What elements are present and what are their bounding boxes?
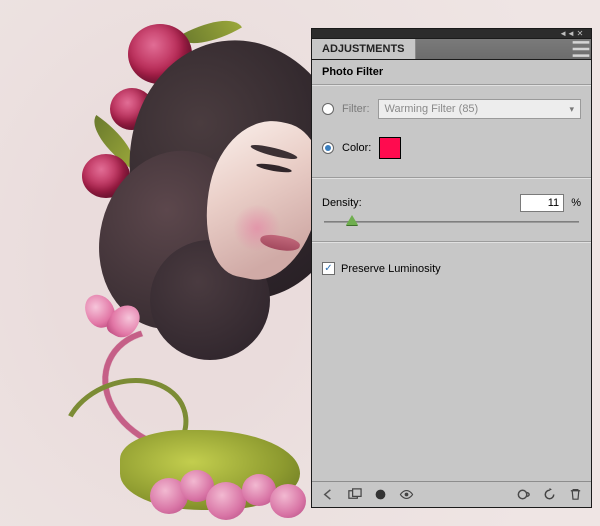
layer-badge-icon[interactable] [346, 487, 362, 503]
preserve-luminosity-checkbox[interactable]: ✓ [322, 262, 335, 275]
close-icon[interactable]: ✕ [575, 30, 585, 37]
mask-circle-icon[interactable] [372, 487, 388, 503]
filter-row: Filter: Warming Filter (85) ▾ [312, 95, 591, 123]
density-input[interactable] [520, 194, 564, 212]
density-block: Density: % [312, 188, 591, 229]
reset-icon[interactable] [541, 487, 557, 503]
panel-empty-area [312, 285, 591, 481]
color-swatch[interactable] [379, 137, 401, 159]
document-canvas: ◄◄ ✕ ADJUSTMENTS Photo Filter Filter: Wa… [0, 0, 600, 526]
panel-section-title: Photo Filter [312, 60, 591, 82]
panel-footer [312, 481, 591, 507]
adjustments-panel: ◄◄ ✕ ADJUSTMENTS Photo Filter Filter: Wa… [311, 28, 592, 508]
panel-tabbar: ADJUSTMENTS [311, 38, 592, 60]
panel-body: Photo Filter Filter: Warming Filter (85)… [311, 60, 592, 508]
slider-thumb[interactable] [346, 215, 358, 225]
panel-collapse-bar[interactable]: ◄◄ ✕ [311, 28, 592, 38]
back-arrow-icon[interactable] [320, 487, 336, 503]
filter-radio[interactable] [322, 103, 334, 115]
artwork-illustration [0, 0, 320, 526]
color-label: Color: [342, 142, 371, 154]
divider [312, 177, 591, 178]
chevron-down-icon: ▾ [569, 104, 574, 115]
density-unit: % [571, 197, 581, 209]
trash-icon[interactable] [567, 487, 583, 503]
panel-flyout-menu-icon[interactable] [571, 39, 591, 59]
collapse-left-icon[interactable]: ◄◄ [562, 30, 572, 37]
slider-track [324, 221, 579, 223]
tab-label: ADJUSTMENTS [322, 43, 405, 55]
filter-label: Filter: [342, 103, 370, 115]
density-slider[interactable] [324, 215, 579, 229]
color-row: Color: [312, 133, 591, 163]
color-radio[interactable] [322, 142, 334, 154]
filter-select[interactable]: Warming Filter (85) ▾ [378, 99, 582, 119]
divider [312, 241, 591, 242]
preserve-luminosity-label: Preserve Luminosity [341, 263, 441, 275]
preserve-luminosity-row: ✓ Preserve Luminosity [312, 252, 591, 285]
tab-adjustments[interactable]: ADJUSTMENTS [312, 39, 416, 59]
density-label: Density: [322, 197, 362, 209]
filter-select-value: Warming Filter (85) [385, 103, 479, 115]
divider [312, 84, 591, 85]
visibility-eye-icon[interactable] [398, 487, 414, 503]
clip-icon[interactable] [515, 487, 531, 503]
